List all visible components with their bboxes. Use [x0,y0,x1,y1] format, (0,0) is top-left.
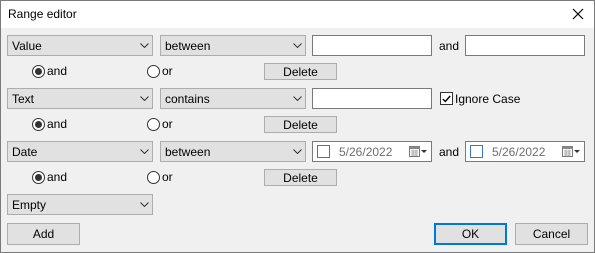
chevron-down-icon [289,96,305,101]
radio-selected-dot [35,68,42,75]
or-radio-label-2: or [162,117,173,131]
and-radio-label-3: and [47,170,68,184]
close-button[interactable] [568,4,588,24]
field-select-3[interactable]: Date [7,141,153,162]
field-select-4[interactable]: Empty [7,194,153,215]
calendar-dropdown-icon[interactable] [562,146,580,157]
or-radio-3[interactable] [147,171,160,184]
or-radio-label-3: or [162,170,173,184]
value1-input-1[interactable] [312,35,432,56]
chevron-down-icon [289,43,305,48]
date-picker-1[interactable]: 5/26/2022 [312,141,432,162]
operator-select-3[interactable]: between [160,141,306,162]
title-bar: Range editor [1,1,594,28]
checkmark-icon [442,95,451,103]
or-radio-2[interactable] [147,118,160,131]
delete-button-3[interactable]: Delete [264,169,337,186]
delete-button-1[interactable]: Delete [264,63,337,80]
add-button[interactable]: Add [7,223,80,245]
radio-selected-dot [35,174,42,181]
or-radio-1[interactable] [147,65,160,78]
chevron-down-icon [136,202,152,207]
close-icon [572,8,584,20]
radio-selected-dot [35,121,42,128]
operator-select-3-value: between [165,144,211,159]
date-picker-2-value: 5/26/2022 [492,144,546,159]
field-select-1[interactable]: Value [7,35,153,56]
operator-select-1[interactable]: between [160,35,306,56]
operator-select-2[interactable]: contains [160,88,306,109]
and-label-3: and [439,145,460,159]
ok-button[interactable]: OK [434,223,507,245]
field-select-3-value: Date [12,144,38,159]
chevron-down-icon [136,149,152,154]
range-editor-dialog: Range editor Value between and and or De… [0,0,595,253]
value1-input-2[interactable] [312,88,432,109]
operator-select-2-value: contains [165,91,210,106]
and-radio-2[interactable] [32,118,45,131]
or-radio-label-1: or [162,64,173,78]
date-picker-2-checkbox[interactable] [470,145,483,158]
chevron-down-icon [136,43,152,48]
chevron-down-icon [136,96,152,101]
field-select-2-value: Text [12,91,35,106]
and-radio-1[interactable] [32,65,45,78]
ignore-case-label: Ignore Case [455,92,521,106]
date-picker-2[interactable]: 5/26/2022 [465,141,585,162]
field-select-1-value: Value [12,38,42,53]
and-radio-3[interactable] [32,171,45,184]
and-radio-label-1: and [47,64,68,78]
date-picker-1-value: 5/26/2022 [339,144,393,159]
field-select-4-value: Empty [12,197,47,212]
and-radio-label-2: and [47,117,68,131]
window-title: Range editor [8,7,77,21]
value2-input-1[interactable] [465,35,585,56]
delete-button-2[interactable]: Delete [264,116,337,133]
field-select-2[interactable]: Text [7,88,153,109]
date-picker-1-checkbox[interactable] [317,145,330,158]
chevron-down-icon [289,149,305,154]
calendar-dropdown-icon[interactable] [409,146,427,157]
operator-select-1-value: between [165,38,211,53]
ignore-case-checkbox[interactable] [440,92,453,105]
and-label-1: and [439,39,460,53]
cancel-button[interactable]: Cancel [515,223,588,245]
